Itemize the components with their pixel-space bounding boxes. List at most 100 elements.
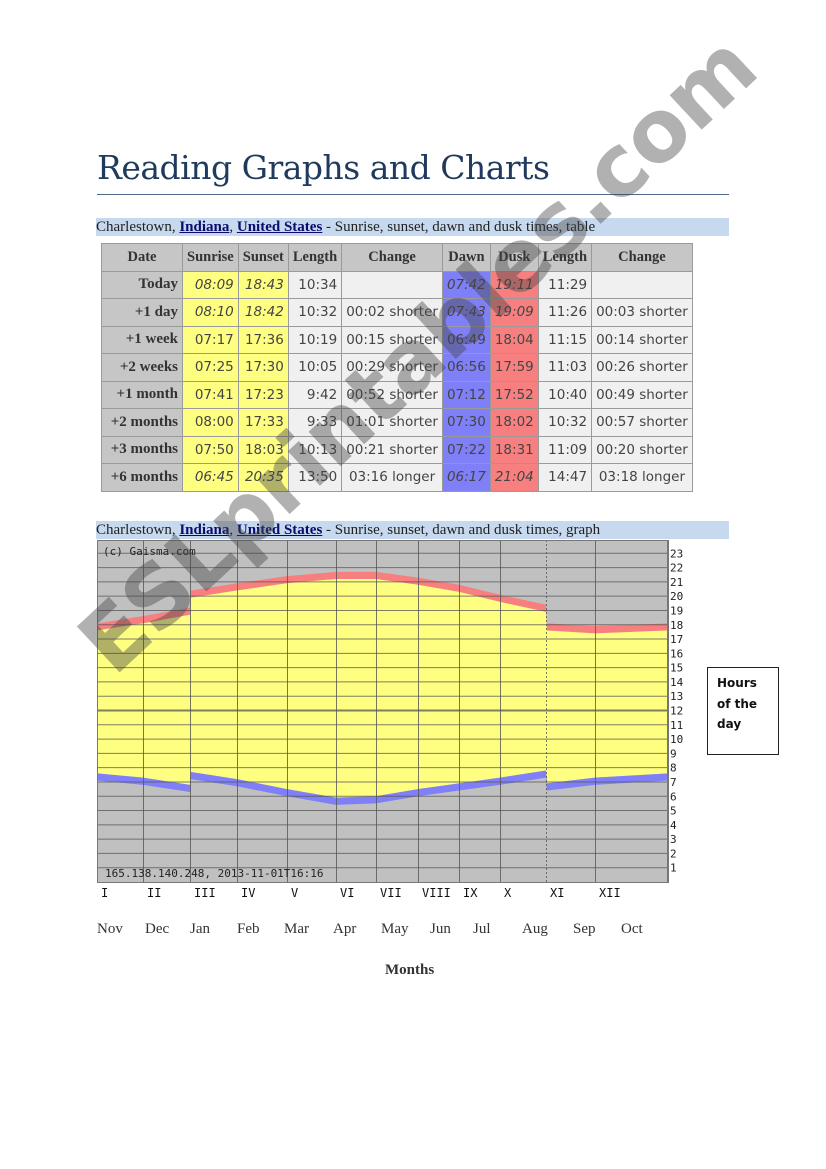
change-2-cell: 00:57 shorter — [591, 408, 693, 437]
month-label: May — [381, 921, 409, 937]
date-cell: Today — [101, 270, 183, 299]
dusk-cell: 19:09 — [489, 298, 539, 327]
dusk-cell: 17:52 — [489, 380, 539, 409]
x-tick-label: I — [101, 886, 108, 900]
change-cell: 00:21 shorter — [341, 435, 443, 464]
length-cell: 10:32 — [287, 298, 343, 327]
length-2-cell: 10:32 — [537, 408, 593, 437]
x-tick-label: VIII — [422, 886, 451, 900]
caption-city: Charlestown, — [96, 522, 180, 538]
length-2-cell: 11:26 — [537, 298, 593, 327]
header-change-2: Change — [591, 243, 693, 272]
header-dawn: Dawn — [441, 243, 491, 272]
caption-comma: , — [229, 219, 237, 235]
y-tick-label: 8 — [670, 762, 677, 775]
dawn-cell: 07:30 — [441, 408, 491, 437]
date-cell: +2 months — [101, 408, 183, 437]
header-change: Change — [341, 243, 443, 272]
x-tick-label: VII — [380, 886, 402, 900]
daylight-graph: 1 2 3 4 5 6 7 8 9 10 11 12 13 14 15 16 17 18 19 20 21 22 23 I II… — [97, 540, 697, 905]
y-tick-label: 23 — [670, 547, 683, 560]
header-length: Length — [287, 243, 343, 272]
header-length-2: Length — [537, 243, 593, 272]
length-2-cell: 11:15 — [537, 325, 593, 354]
month-labels: Nov Dec Jan Feb Mar Apr May Jun Jul Aug Sep Oct — [0, 921, 826, 941]
dawn-cell: 07:12 — [441, 380, 491, 409]
y-tick-label: 19 — [670, 604, 683, 617]
y-tick-label: 20 — [670, 590, 683, 603]
change-cell: 00:02 shorter — [341, 298, 443, 327]
length-cell: 9:42 — [287, 380, 343, 409]
dawn-cell: 07:42 — [441, 270, 491, 299]
state-link[interactable]: Indiana — [179, 219, 229, 235]
country-link[interactable]: United States — [237, 219, 322, 235]
sunrise-cell: 07:25 — [182, 353, 239, 382]
state-link[interactable]: Indiana — [179, 522, 229, 538]
length-2-cell: 11:29 — [537, 270, 593, 299]
graph-caption: Charlestown, Indiana, United States - Su… — [96, 521, 729, 539]
sunrise-cell: 07:50 — [182, 435, 239, 464]
y-tick-label: 9 — [670, 747, 677, 760]
date-cell: +1 week — [101, 325, 183, 354]
x-tick-label: IV — [241, 886, 255, 900]
table-row: Today 08:09 18:43 10:34 07:42 19:11 11:29 — [101, 270, 693, 299]
length-2-cell: 11:03 — [537, 353, 593, 382]
change-2-cell — [591, 270, 693, 299]
caption-text: - Sunrise, sunset, dawn and dusk times, … — [322, 522, 601, 538]
x-axis-title: Months — [385, 962, 435, 978]
header-dusk: Dusk — [489, 243, 539, 272]
y-tick-label: 11 — [670, 719, 683, 732]
date-cell: +6 months — [101, 463, 183, 492]
date-cell: +2 weeks — [101, 353, 183, 382]
change-cell — [341, 270, 443, 299]
sunset-cell: 17:30 — [237, 353, 289, 382]
y-tick-label: 22 — [670, 562, 683, 575]
dusk-cell: 18:31 — [489, 435, 539, 464]
table-row: +1 day 08:10 18:42 10:32 00:02 shorter 07:43 1… — [101, 298, 693, 327]
length-cell: 13:50 — [287, 463, 343, 492]
dusk-cell: 19:11 — [489, 270, 539, 299]
y-tick-label: 3 — [670, 833, 677, 846]
change-2-cell: 00:26 shorter — [591, 353, 693, 382]
y-tick-label: 15 — [670, 662, 683, 675]
table-row: +6 months 06:45 20:35 13:50 03:16 longer 06:1… — [101, 463, 693, 492]
y-tick-label: 5 — [670, 805, 677, 818]
title-divider — [97, 194, 729, 195]
month-label: Dec — [145, 921, 170, 937]
change-2-cell: 00:20 shorter — [591, 435, 693, 464]
length-cell: 10:34 — [287, 270, 343, 299]
dawn-cell: 06:17 — [441, 463, 491, 492]
caption-city: Charlestown, — [96, 219, 180, 235]
month-label: Aug — [522, 921, 548, 937]
x-tick-label: III — [194, 886, 216, 900]
y-tick-label: 1 — [670, 862, 677, 875]
timestamp-text: 165.138.140.248, 2013-11-01T16:16 — [105, 867, 324, 880]
month-label: Feb — [237, 921, 260, 937]
table-row: +3 months 07:50 18:03 10:13 00:21 shorter 07:… — [101, 435, 693, 464]
y-tick-label: 16 — [670, 647, 683, 660]
month-label: Sep — [573, 921, 596, 937]
month-label: Nov — [97, 921, 123, 937]
x-tick-label: XII — [599, 886, 621, 900]
y-tick-label: 14 — [670, 676, 684, 689]
month-label: Mar — [284, 921, 309, 937]
sunset-cell: 17:23 — [237, 380, 289, 409]
country-link[interactable]: United States — [237, 522, 322, 538]
date-cell: +1 month — [101, 380, 183, 409]
y-axis-title: Hours of the day — [717, 676, 758, 731]
y-tick-label: 18 — [670, 619, 683, 632]
sunrise-cell: 07:17 — [182, 325, 239, 354]
date-cell: +1 day — [101, 298, 183, 327]
change-2-cell: 00:14 shorter — [591, 325, 693, 354]
table-caption: Charlestown, Indiana, United States - Su… — [96, 218, 729, 236]
change-2-cell: 00:49 shorter — [591, 380, 693, 409]
month-label: Jun — [430, 921, 451, 937]
x-tick-label: X — [504, 886, 512, 900]
table-row: +1 month 07:41 17:23 9:42 00:52 shorter 07:12… — [101, 380, 693, 409]
hours-of-day-label-box: Hours of the day — [707, 667, 779, 755]
date-cell: +3 months — [101, 435, 183, 464]
y-tick-label: 10 — [670, 733, 683, 746]
page-title: Reading Graphs and Charts — [97, 148, 550, 187]
dusk-cell: 18:02 — [489, 408, 539, 437]
table-row: +2 weeks 07:25 17:30 10:05 00:29 shorter 06:5… — [101, 353, 693, 382]
